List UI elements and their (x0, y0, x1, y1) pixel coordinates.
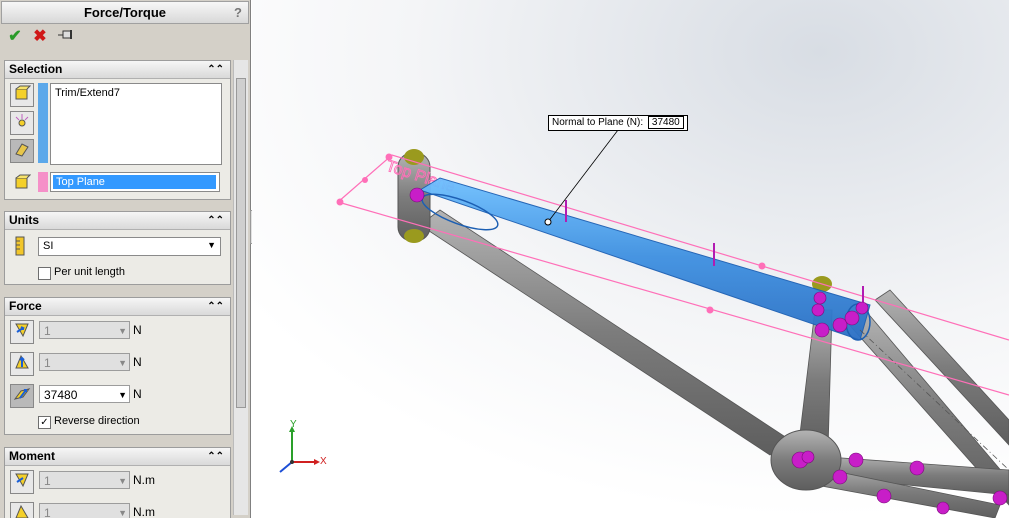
force-y-field[interactable]: 1 ▼ (39, 353, 130, 371)
collapse-icon[interactable]: ⌃⌃ (207, 298, 224, 315)
pushpin-icon[interactable] (57, 28, 75, 46)
moment-header-label: Moment (9, 449, 55, 463)
axis-y-label: Y (290, 419, 297, 430)
cancel-x-icon[interactable]: ✖ (31, 28, 49, 46)
direction-x-icon[interactable] (10, 320, 34, 344)
help-button[interactable]: ? (234, 2, 242, 23)
force-group: Force ⌃⌃ 1 ▼ N 1 ▼ N 37480 ▼ N ✓ Reverse… (4, 297, 231, 435)
selection-header[interactable]: Selection ⌃⌃ (5, 61, 230, 79)
scrollbar-thumb[interactable] (236, 78, 246, 408)
moment-group: Moment ⌃⌃ 1 ▼ N.m 1 ▼ N.m (4, 447, 231, 518)
force-x-unit: N (133, 323, 142, 337)
reverse-direction-label: Reverse direction (54, 415, 140, 427)
direction-normal-icon[interactable] (10, 384, 34, 408)
model-view[interactable]: Top Plane (252, 0, 1009, 519)
callout-label: Normal to Plane (N): (552, 117, 644, 128)
face-selection-icon[interactable] (10, 83, 34, 107)
collapse-icon[interactable]: ⌃⌃ (207, 448, 224, 465)
moment-y-unit: N.m (133, 505, 155, 518)
ok-check-icon[interactable]: ✔ (6, 28, 24, 46)
direction-y-icon[interactable] (10, 352, 34, 376)
panel-scrollbar[interactable] (233, 60, 248, 515)
point-selection-icon[interactable] (10, 111, 34, 135)
callout-anchor (544, 218, 552, 226)
force-y-value: 1 (44, 356, 51, 370)
panel-title-text: Force/Torque (83, 5, 167, 20)
units-header-label: Units (9, 213, 39, 227)
axis-x-label: X (320, 456, 327, 467)
force-x-value: 1 (44, 324, 51, 338)
collapse-icon[interactable]: ⌃⌃ (207, 212, 224, 229)
force-header-label: Force (9, 299, 42, 313)
chevron-down-icon[interactable]: ▼ (118, 386, 127, 404)
selection-header-label: Selection (9, 62, 63, 76)
moment-header[interactable]: Moment ⌃⌃ (5, 448, 230, 466)
unit-system-select[interactable]: SI ▼ (38, 237, 221, 256)
force-header[interactable]: Force ⌃⌃ (5, 298, 230, 316)
moment-x-unit: N.m (133, 473, 155, 487)
chevron-down-icon[interactable]: ▼ (118, 322, 127, 340)
force-normal-unit: N (133, 387, 142, 401)
callout-value: 37480 (647, 116, 684, 129)
plane-color-swatch (38, 172, 48, 192)
moment-y-value: 1 (44, 506, 51, 518)
moment-x-field[interactable]: 1 ▼ (39, 471, 130, 489)
selection-color-swatch (38, 83, 48, 163)
graphics-viewport[interactable]: Top Plane Normal to Plane (N): 37480 Y X (252, 0, 1009, 519)
chevron-down-icon[interactable]: ▼ (118, 472, 127, 490)
unit-system-value: SI (43, 240, 54, 252)
units-group: Units ⌃⌃ SI ▼ Per unit length (4, 211, 231, 285)
collapse-icon[interactable]: ⌃⌃ (207, 61, 224, 78)
force-normal-field[interactable]: 37480 ▼ (39, 385, 130, 403)
reverse-direction-checkbox[interactable]: ✓ (38, 416, 51, 429)
panel-title: Force/Torque ? (1, 1, 249, 24)
beam-selection-icon[interactable] (10, 139, 34, 163)
chevron-down-icon[interactable]: ▼ (118, 354, 127, 372)
chevron-down-icon[interactable]: ▼ (118, 504, 127, 518)
selection-group: Selection ⌃⌃ Trim/Extend7 Top Plane (4, 60, 231, 200)
ruler-icon (13, 236, 27, 256)
per-unit-length-label: Per unit length (54, 266, 125, 278)
list-item[interactable]: Trim/Extend7 (51, 84, 221, 102)
selection-list[interactable]: Trim/Extend7 (50, 83, 222, 165)
chevron-down-icon[interactable]: ▼ (207, 240, 216, 250)
units-header[interactable]: Units ⌃⌃ (5, 212, 230, 230)
moment-y-field[interactable]: 1 ▼ (39, 503, 130, 518)
force-callout[interactable]: Normal to Plane (N): 37480 (548, 115, 688, 131)
coordinate-triad (279, 426, 320, 473)
plane-field[interactable]: Top Plane (50, 172, 220, 192)
force-x-field[interactable]: 1 ▼ (39, 321, 130, 339)
moment-y-icon[interactable] (10, 502, 34, 518)
moment-x-value: 1 (44, 474, 51, 488)
force-y-unit: N (133, 355, 142, 369)
plane-value: Top Plane (53, 175, 216, 189)
per-unit-length-checkbox[interactable] (38, 267, 51, 280)
plane-selection-icon[interactable] (10, 172, 34, 196)
property-manager-panel: Force/Torque ? ✔ ✖ Selection ⌃⌃ Trim/Ext… (0, 0, 251, 518)
moment-x-icon[interactable] (10, 470, 34, 494)
force-normal-value: 37480 (44, 388, 78, 402)
